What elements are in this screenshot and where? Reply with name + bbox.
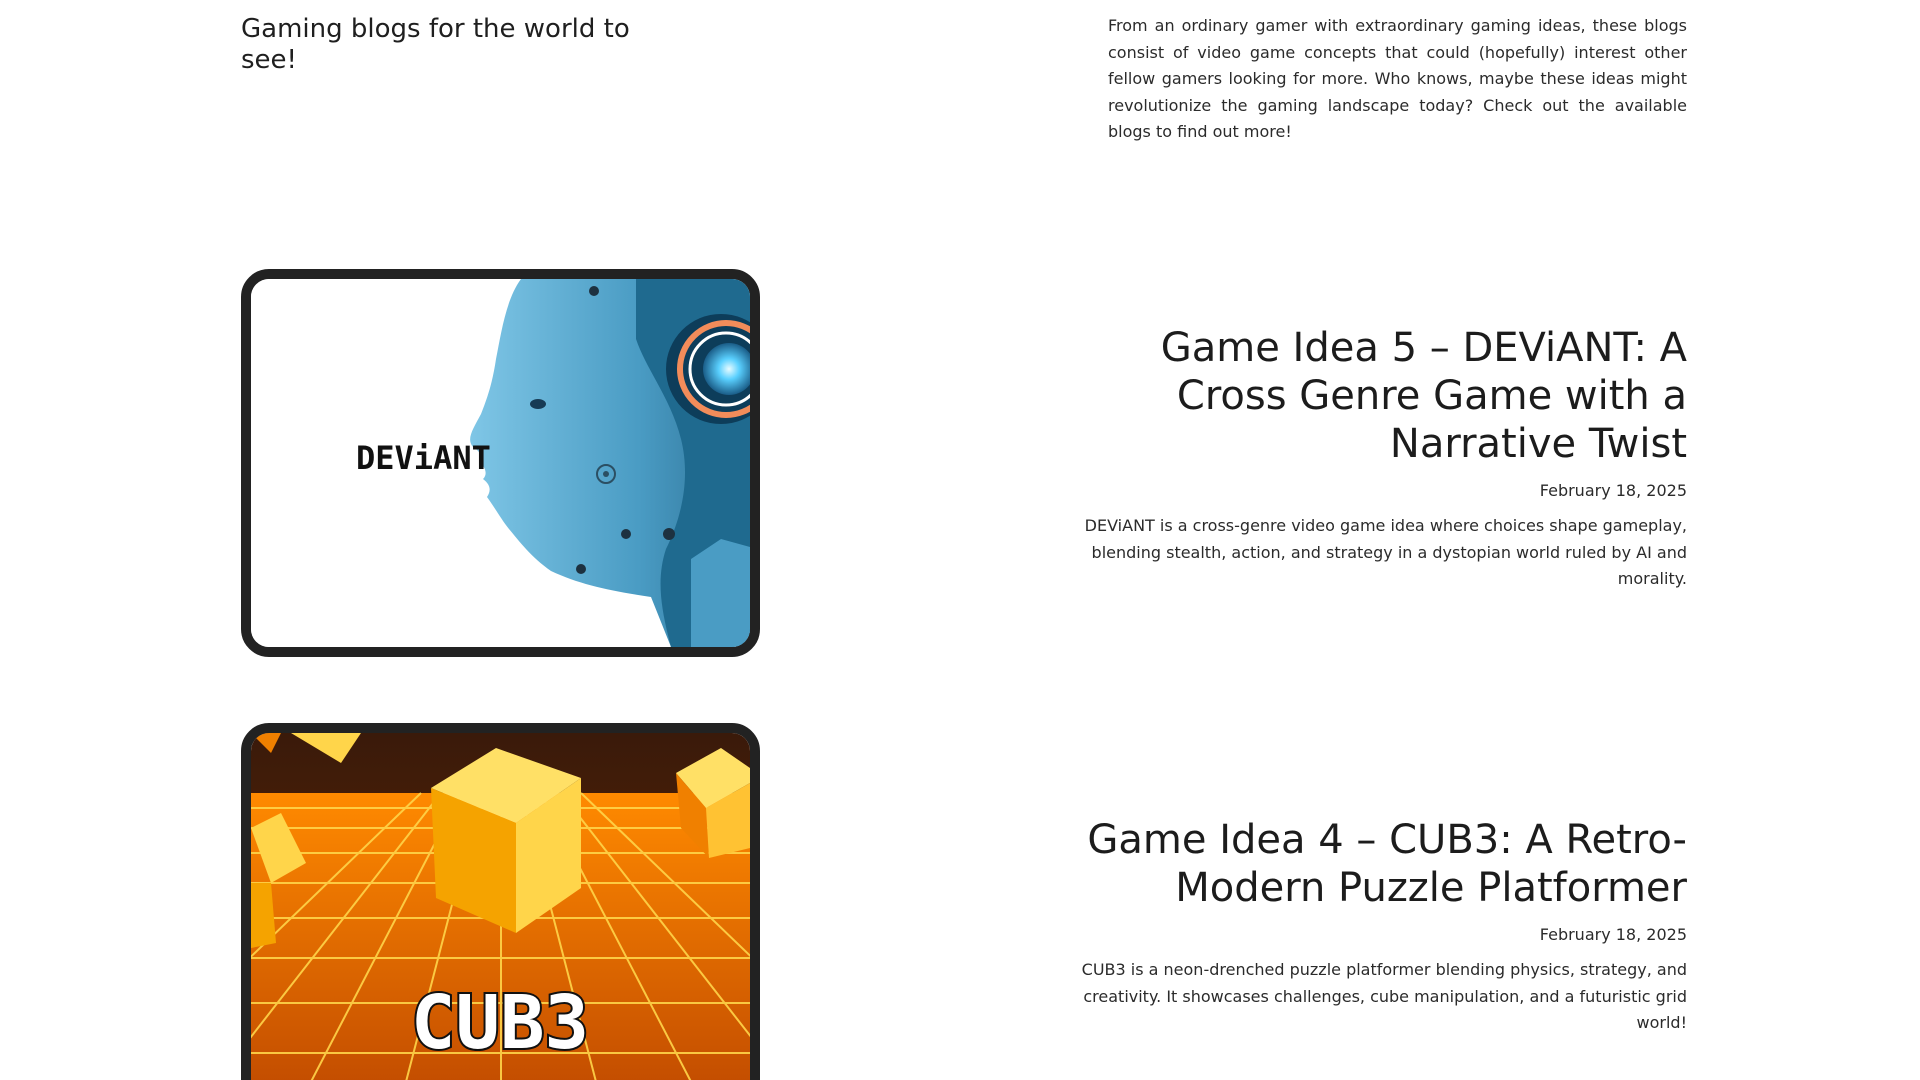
hero-heading: Gaming blogs for the world to see!	[241, 14, 630, 75]
cub3-grid-image: CUB3	[251, 733, 750, 1080]
post-title-link[interactable]: Game Idea 4 – CUB3: A Retro-Modern Puzzl…	[1067, 816, 1687, 912]
cub3-logo-text: CUB3	[411, 980, 589, 1066]
hero-description: From an ordinary gamer with extraordinar…	[1108, 16, 1687, 141]
post-info-deviant: Game Idea 5 – DEViANT: A Cross Genre Gam…	[1067, 324, 1687, 593]
blog-page: Gaming blogs for the world to see! From …	[0, 0, 1920, 1080]
post-excerpt: CUB3 is a neon-drenched puzzle platforme…	[1081, 960, 1687, 1032]
post-date: February 18, 2025	[1539, 481, 1687, 500]
deviant-robot-image: DEViANT	[251, 279, 750, 647]
deviant-logo-text: DEViANT	[356, 439, 491, 477]
post-excerpt: DEViANT is a cross-genre video game idea…	[1084, 516, 1687, 588]
post-info-cub3: Game Idea 4 – CUB3: A Retro-Modern Puzzl…	[1067, 816, 1687, 1037]
post-thumbnail-deviant[interactable]: DEViANT	[241, 269, 760, 657]
post-date: February 18, 2025	[1539, 925, 1687, 944]
post-thumbnail-cub3[interactable]: CUB3	[241, 723, 760, 1080]
post-title-link[interactable]: Game Idea 5 – DEViANT: A Cross Genre Gam…	[1067, 324, 1687, 468]
